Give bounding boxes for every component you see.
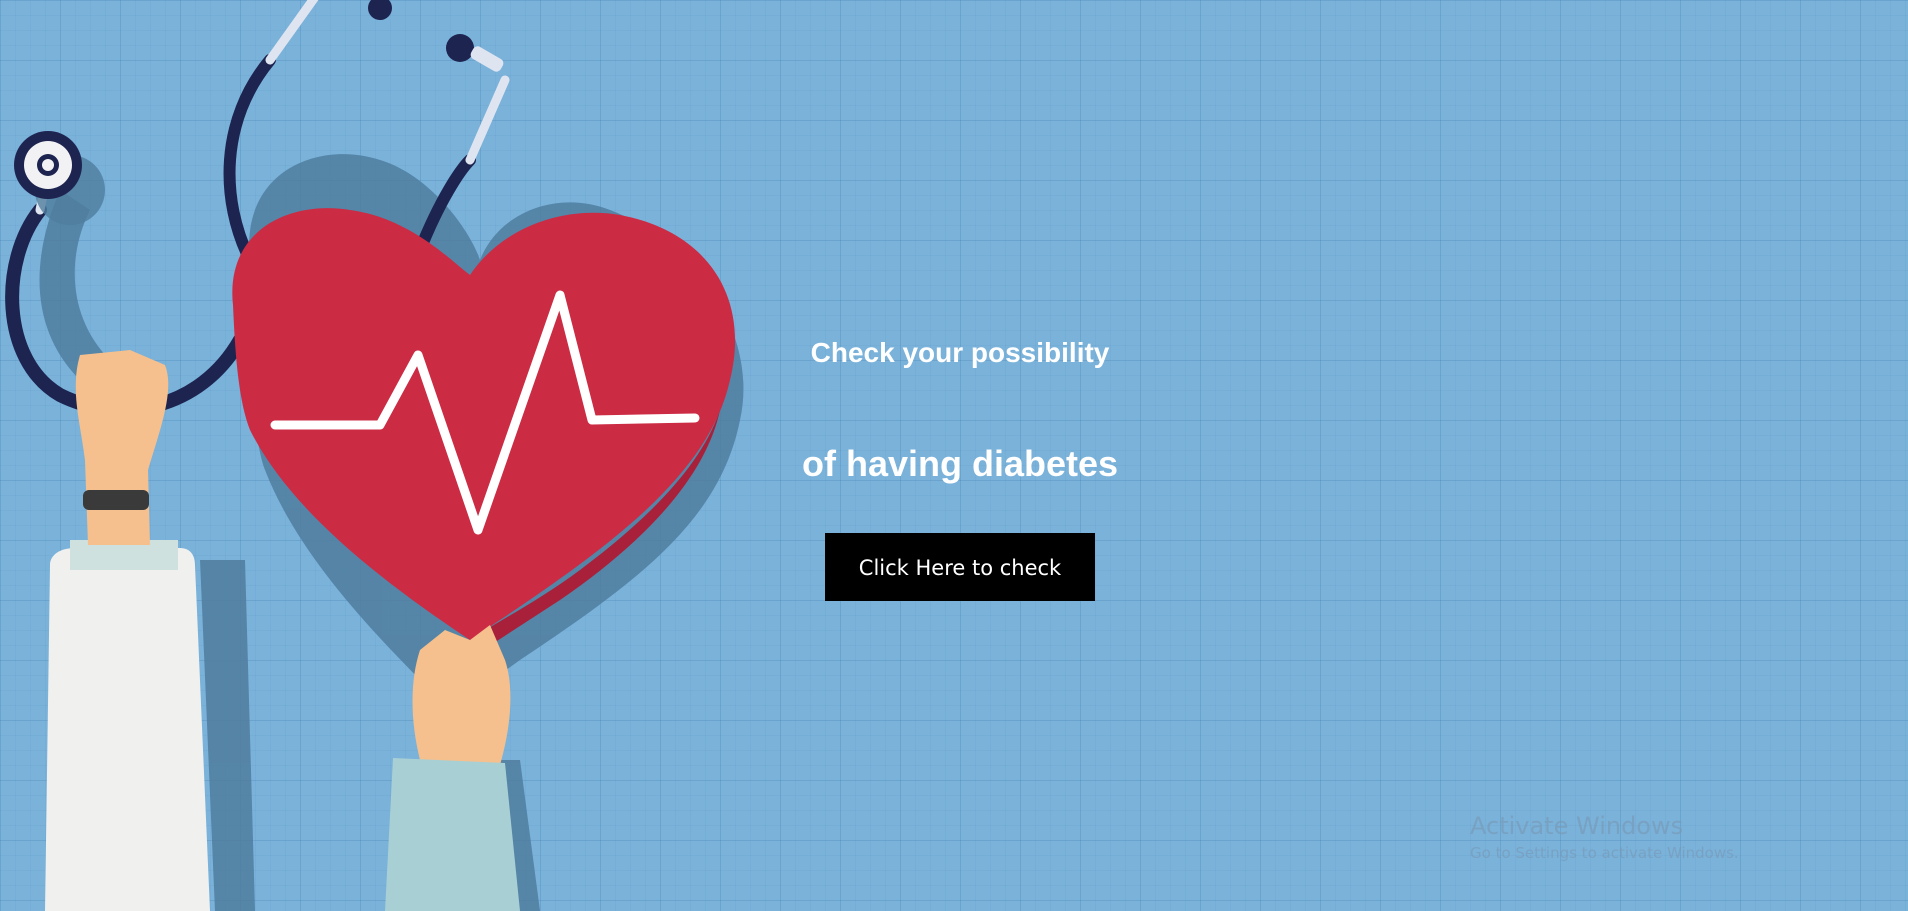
headline-line-1: Check your possibility [810,337,1110,368]
heart-icon [232,208,736,652]
earpiece-icon [446,34,474,62]
stethoscope-eartubes-icon [35,0,510,215]
doctor-heart-illustration [5,0,744,911]
left-arm [45,350,210,911]
watermark-subtitle: Go to Settings to activate Windows. [1470,844,1739,862]
right-arm [385,625,520,911]
check-button[interactable]: Click Here to check [825,532,1095,601]
headline-line-2: of having diabetes [801,442,1119,484]
watermark-title: Activate Windows [1470,812,1684,840]
hero-section: Check your possibility of having diabete… [760,320,1160,601]
activate-windows-watermark: Activate Windows Go to Settings to activ… [1470,812,1739,862]
chestpiece-icon [14,131,105,225]
